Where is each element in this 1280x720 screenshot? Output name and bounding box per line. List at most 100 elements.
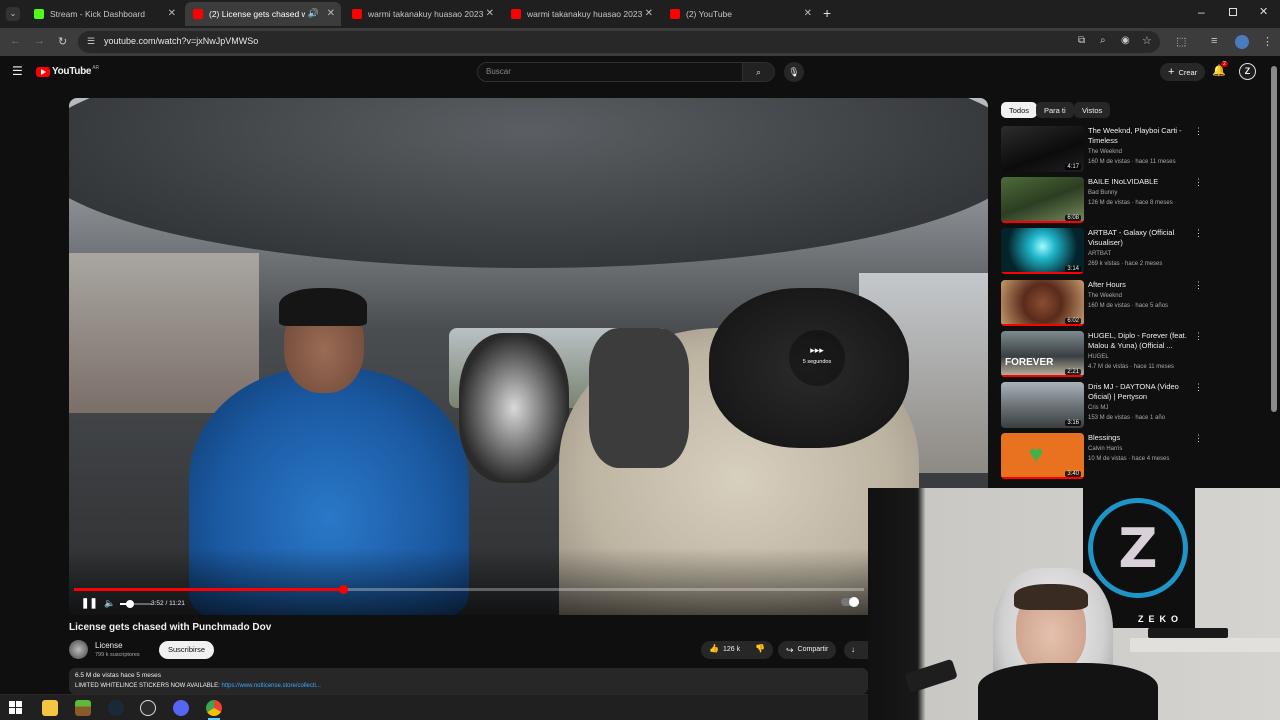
restore-button[interactable] xyxy=(1229,8,1237,16)
recommendation-item[interactable]: 6:08 BAILE INoLVIDABLE Bad Bunny 126 M d… xyxy=(1000,177,1205,225)
recommendation-item[interactable]: FOREVER 2:21 HUGEL, Diplo - Forever (fea… xyxy=(1000,331,1205,379)
profile-avatar[interactable] xyxy=(1235,35,1249,49)
more-options-icon[interactable]: ⋮ xyxy=(1194,126,1203,137)
close-tab-icon[interactable]: ✕ xyxy=(645,8,653,19)
volume-icon[interactable]: 🔈 xyxy=(104,598,115,609)
dislike-icon[interactable]: 👎 xyxy=(755,644,765,653)
chip-vistos[interactable]: Vistos xyxy=(1074,102,1111,118)
close-window-button[interactable]: ✕ xyxy=(1259,5,1268,18)
more-options-icon[interactable]: ⋮ xyxy=(1194,433,1203,444)
rec-title[interactable]: Blessings xyxy=(1088,433,1196,443)
download-button[interactable]: ↓ xyxy=(844,641,868,659)
recommendation-item[interactable]: ♥ 3:40 Blessings Calvin Harris 10 M de v… xyxy=(1000,433,1205,481)
minimize-button[interactable]: – xyxy=(1198,5,1205,19)
description-link[interactable]: https://www.notlicense.store/collecti... xyxy=(221,683,320,689)
video-thumbnail[interactable]: ♥ 3:40 xyxy=(1001,433,1084,479)
close-tab-icon[interactable]: ✕ xyxy=(804,8,812,19)
minecraft-icon[interactable] xyxy=(75,700,91,716)
rec-channel[interactable]: Calvin Harris xyxy=(1088,446,1122,452)
chip-todos[interactable]: Todos xyxy=(1001,102,1038,118)
close-tab-icon[interactable]: ✕ xyxy=(327,8,335,19)
browser-tab-active[interactable]: (2) License gets chased with Punchmade D… xyxy=(185,2,341,26)
discord-icon[interactable] xyxy=(173,700,189,716)
reading-list-icon[interactable]: ≡ xyxy=(1211,35,1217,47)
forward-icon[interactable]: → xyxy=(34,35,45,47)
zoom-icon[interactable]: ⌕ xyxy=(1100,35,1106,46)
account-avatar[interactable]: Z xyxy=(1239,63,1256,80)
channel-avatar[interactable] xyxy=(69,640,88,659)
url-text[interactable]: youtube.com/watch?v=jxNwJpVMWSo xyxy=(104,36,258,46)
video-thumbnail[interactable]: 6:08 xyxy=(1001,177,1084,223)
channel-name[interactable]: License xyxy=(95,641,123,650)
page-scrollbar[interactable] xyxy=(1271,66,1277,412)
rec-channel[interactable]: Bad Bunny xyxy=(1088,190,1117,196)
browser-tab[interactable]: Stream - Kick Dashboard ✕ xyxy=(26,2,182,26)
rec-title[interactable]: HUGEL, Diplo - Forever (feat. Malou & Yu… xyxy=(1088,331,1196,350)
new-tab-button[interactable]: + xyxy=(823,5,831,21)
autoplay-toggle[interactable] xyxy=(841,597,859,607)
tab-search-icon[interactable]: ⌄ xyxy=(6,7,20,21)
progress-track[interactable] xyxy=(74,585,864,594)
back-icon[interactable]: ← xyxy=(10,35,21,47)
more-options-icon[interactable]: ⋮ xyxy=(1194,228,1203,239)
chrome-icon[interactable] xyxy=(206,700,222,716)
recommendation-item[interactable]: 3:14 ARTBAT - Galaxy (Official Visualise… xyxy=(1000,228,1205,276)
video-thumbnail[interactable]: 6:02 xyxy=(1001,280,1084,326)
close-tab-icon[interactable]: ✕ xyxy=(486,8,494,19)
rec-channel[interactable]: ARTBAT xyxy=(1088,251,1111,257)
create-button[interactable]: + Crear xyxy=(1160,63,1206,81)
steam-icon[interactable] xyxy=(108,700,124,716)
video-thumbnail[interactable]: FOREVER 2:21 xyxy=(1001,331,1084,377)
rec-title[interactable]: The Weeknd, Playboi Carti - Timeless xyxy=(1088,126,1196,145)
more-options-icon[interactable]: ⋮ xyxy=(1194,280,1203,291)
search-input[interactable]: Buscar xyxy=(486,67,511,76)
like-button[interactable]: 👍 xyxy=(709,644,719,653)
hamburger-menu-icon[interactable]: ☰ xyxy=(12,64,23,78)
obs-icon[interactable] xyxy=(140,700,156,716)
rec-channel[interactable]: The Weeknd xyxy=(1088,149,1122,155)
video-player[interactable]: ▸▸▸ 5 segundos ❚❚ 🔈 3:52 / 11:21 xyxy=(69,98,988,615)
rec-title[interactable]: After Hours xyxy=(1088,280,1196,290)
browser-menu-icon[interactable]: ⋮ xyxy=(1262,35,1273,48)
browser-tab[interactable]: warmi takanakuy huasao 2023 ✕ xyxy=(503,2,659,26)
audio-playing-icon[interactable]: 🔊 xyxy=(308,8,319,19)
pause-icon[interactable]: ❚❚ xyxy=(81,598,98,609)
subscribe-button[interactable]: Suscribirse xyxy=(159,641,215,659)
search-box[interactable]: Buscar ⌕ xyxy=(477,62,775,82)
rec-channel[interactable]: The Weeknd xyxy=(1088,293,1122,299)
description-box[interactable]: 6.5 M de vistas hace 5 meses LIMITED WHI… xyxy=(69,668,868,694)
site-info-icon[interactable]: ☰ xyxy=(87,36,95,47)
close-tab-icon[interactable]: ✕ xyxy=(168,8,176,19)
volume-knob[interactable] xyxy=(125,600,134,608)
browser-tab[interactable]: warmi takanakuy huasao 2023 ✕ xyxy=(344,2,500,26)
address-bar[interactable]: ☰ youtube.com/watch?v=jxNwJpVMWSo ⧉ ⌕ ◉ … xyxy=(78,31,1160,53)
rec-title[interactable]: BAILE INoLVIDABLE xyxy=(1088,177,1196,187)
extensions-icon[interactable]: ⬚ xyxy=(1176,35,1186,48)
tracking-icon[interactable]: ◉ xyxy=(1121,35,1130,46)
progress-scrubber[interactable] xyxy=(338,585,348,594)
rec-title[interactable]: ARTBAT - Galaxy (Official Visualiser) xyxy=(1088,228,1196,247)
rec-channel[interactable]: Cris MJ xyxy=(1088,405,1108,411)
more-options-icon[interactable]: ⋮ xyxy=(1194,382,1203,393)
file-explorer-icon[interactable] xyxy=(42,700,58,716)
volume-slider[interactable] xyxy=(120,600,152,608)
notifications-button[interactable]: 🔔 2 xyxy=(1212,61,1228,77)
voice-search-button[interactable]: 🎙 xyxy=(784,62,804,82)
bookmark-star-icon[interactable]: ☆ xyxy=(1142,34,1152,47)
browser-tab[interactable]: (2) YouTube ✕ xyxy=(662,2,818,26)
reload-icon[interactable]: ↻ xyxy=(58,35,67,48)
recommendation-item[interactable]: 6:02 After Hours The Weeknd 160 M de vis… xyxy=(1000,280,1205,328)
recommendation-item[interactable]: 4:17 The Weeknd, Playboi Carti - Timeles… xyxy=(1000,126,1205,174)
rec-title[interactable]: Dris MJ - DAYTONA (Video Oficial) | Pert… xyxy=(1088,382,1196,401)
share-button[interactable]: ↪ Compartir xyxy=(778,641,837,659)
video-thumbnail[interactable]: 4:17 xyxy=(1001,126,1084,172)
video-thumbnail[interactable]: 3:14 xyxy=(1001,228,1084,274)
rec-channel[interactable]: HUGEL xyxy=(1088,354,1109,360)
video-thumbnail[interactable]: 3:16 xyxy=(1001,382,1084,428)
search-button[interactable]: ⌕ xyxy=(742,63,774,81)
more-options-icon[interactable]: ⋮ xyxy=(1194,177,1203,188)
recommendation-item[interactable]: 3:16 Dris MJ - DAYTONA (Video Oficial) |… xyxy=(1000,382,1205,430)
youtube-logo[interactable]: YouTube AR xyxy=(36,65,99,77)
windows-start-icon[interactable] xyxy=(9,701,22,714)
install-app-icon[interactable]: ⧉ xyxy=(1078,35,1085,46)
